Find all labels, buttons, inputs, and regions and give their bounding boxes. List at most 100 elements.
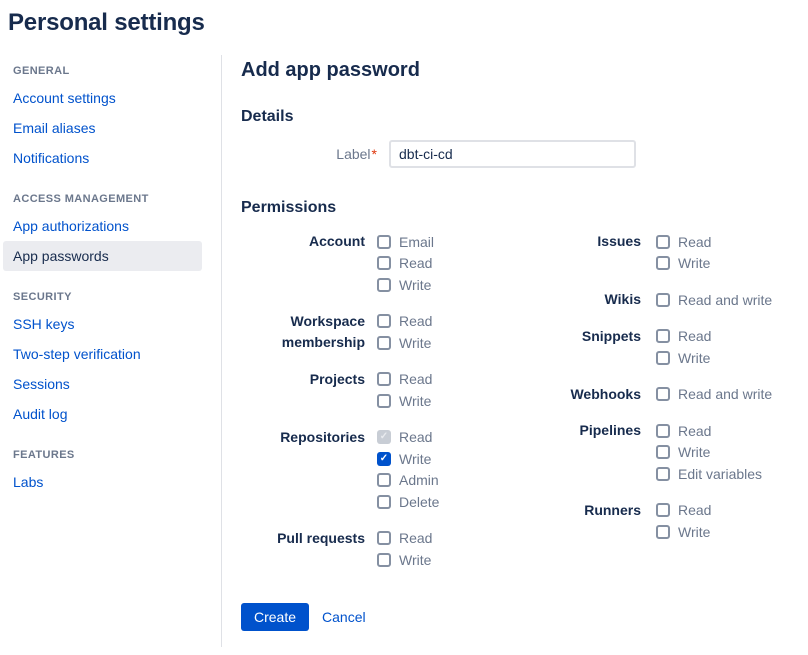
sidebar-item-notifications[interactable]: Notifications	[3, 143, 202, 173]
checkbox-label: Read	[399, 369, 432, 389]
permission-group-runners: RunnersReadWrite	[559, 500, 772, 543]
permission-option-projects-read: Read	[377, 369, 432, 391]
checkbox-label: Read	[678, 500, 711, 520]
permission-group-repositories: Repositories✓ Read✓WriteAdminDelete	[241, 427, 559, 513]
checkbox[interactable]	[377, 256, 391, 270]
permission-group-pull-requests: Pull requestsReadWrite	[241, 528, 559, 571]
checkbox-stack: ReadWrite	[377, 528, 432, 571]
sidebar-item-labs[interactable]: Labs	[3, 467, 202, 497]
cancel-link[interactable]: Cancel	[322, 609, 366, 625]
checkbox-stack: Read and write	[656, 384, 772, 406]
permission-option-pull-requests-read: Read	[377, 528, 432, 550]
permission-option-repositories-delete: Delete	[377, 491, 439, 513]
permission-option-issues-read: Read	[656, 231, 711, 253]
permission-group-label-runners: Runners	[559, 500, 656, 543]
checkbox-stack: EmailReadWrite	[377, 231, 434, 296]
checkbox[interactable]	[656, 329, 670, 343]
sidebar-item-app-authorizations[interactable]: App authorizations	[3, 211, 202, 241]
permission-option-runners-read: Read	[656, 500, 711, 522]
permission-group-webhooks: WebhooksRead and write	[559, 384, 772, 406]
checkbox-label: Write	[399, 333, 431, 353]
checkbox[interactable]	[656, 503, 670, 517]
checkbox[interactable]	[656, 235, 670, 249]
checkbox[interactable]	[377, 372, 391, 386]
checkbox[interactable]	[656, 351, 670, 365]
checkbox-label: Write	[399, 391, 431, 411]
checkbox[interactable]	[377, 531, 391, 545]
checkbox[interactable]	[656, 387, 670, 401]
checkbox[interactable]	[656, 525, 670, 539]
checkbox[interactable]	[377, 314, 391, 328]
checkbox-stack: ReadWrite	[656, 326, 711, 369]
checkbox-label: Admin	[399, 470, 439, 490]
checked-checkbox[interactable]: ✓	[377, 452, 391, 466]
permission-group-label-repositories: Repositories	[241, 427, 377, 513]
checkbox[interactable]	[377, 553, 391, 567]
sidebar-item-audit-log[interactable]: Audit log	[3, 399, 202, 429]
checked-disabled-checkbox: ✓	[377, 430, 391, 444]
label-field-row: Label*	[241, 140, 808, 168]
label-input[interactable]	[389, 140, 636, 168]
sidebar-item-two-step-verification[interactable]: Two-step verification	[3, 339, 202, 369]
permission-group-label-webhooks: Webhooks	[559, 384, 656, 406]
permission-option-runners-write: Write	[656, 521, 711, 543]
checkbox-stack: ReadWrite	[377, 369, 432, 412]
permissions-heading: Permissions	[241, 198, 808, 218]
permission-group-label-issues: Issues	[559, 231, 656, 274]
sidebar-item-account-settings[interactable]: Account settings	[3, 83, 202, 113]
sidebar-item-email-aliases[interactable]: Email aliases	[3, 113, 202, 143]
details-heading: Details	[241, 107, 808, 127]
checkbox-label: Write	[678, 348, 710, 368]
permission-group-account: AccountEmailReadWrite	[241, 231, 559, 296]
checkbox-stack: ReadWrite	[656, 231, 711, 274]
checkbox[interactable]	[656, 256, 670, 270]
sidebar-item-ssh-keys[interactable]: SSH keys	[3, 309, 202, 339]
checkbox[interactable]	[377, 495, 391, 509]
checkbox[interactable]	[656, 467, 670, 481]
checkbox[interactable]	[656, 445, 670, 459]
permission-option-wikis-read-and-write: Read and write	[656, 289, 772, 311]
required-asterisk: *	[372, 146, 377, 162]
permission-group-wikis: WikisRead and write	[559, 289, 772, 311]
checkbox-stack: ✓ Read✓WriteAdminDelete	[377, 427, 439, 513]
permission-option-webhooks-read-and-write: Read and write	[656, 384, 772, 406]
permission-option-account-write: Write	[377, 274, 434, 296]
checkbox-stack: ReadWrite	[656, 500, 711, 543]
checkbox-label: Read	[399, 427, 432, 447]
permission-group-label-wikis: Wikis	[559, 289, 656, 311]
sidebar-item-app-passwords[interactable]: App passwords	[3, 241, 202, 271]
permission-group-label-snippets: Snippets	[559, 326, 656, 369]
permission-group-label-workspace-membership: Workspace membership	[241, 311, 377, 354]
permission-option-pull-requests-write: Write	[377, 549, 432, 571]
checkbox-label: Read	[678, 326, 711, 346]
permission-option-pipelines-write: Write	[656, 442, 762, 464]
label-field-label: Label*	[241, 144, 389, 164]
checkbox-label: Write	[678, 253, 710, 273]
sidebar-section-header-security: SECURITY	[3, 281, 221, 309]
checkbox-label: Write	[678, 522, 710, 542]
checkbox[interactable]	[377, 394, 391, 408]
checkbox-stack: ReadWriteEdit variables	[656, 420, 762, 485]
permission-option-account-email: Email	[377, 231, 434, 253]
checkbox[interactable]	[656, 293, 670, 307]
checkbox[interactable]	[377, 336, 391, 350]
permission-option-projects-write: Write	[377, 390, 432, 412]
checkbox[interactable]	[377, 278, 391, 292]
label-field-text: Label	[336, 146, 370, 162]
checkbox[interactable]	[377, 473, 391, 487]
checkbox-label: Write	[678, 442, 710, 462]
checkbox[interactable]	[377, 235, 391, 249]
permission-option-account-read: Read	[377, 253, 434, 275]
sidebar-section-header-general: GENERAL	[3, 55, 221, 83]
permission-option-pipelines-read: Read	[656, 420, 762, 442]
permission-option-workspace-membership-read: Read	[377, 311, 432, 333]
permission-option-repositories-write: ✓Write	[377, 448, 439, 470]
checkbox[interactable]	[656, 424, 670, 438]
form-actions: Create Cancel	[241, 603, 808, 631]
sidebar-item-sessions[interactable]: Sessions	[3, 369, 202, 399]
permission-group-workspace-membership: Workspace membershipReadWrite	[241, 311, 559, 354]
permission-group-label-projects: Projects	[241, 369, 377, 412]
create-button[interactable]: Create	[241, 603, 309, 631]
content-layout: GENERALAccount settingsEmail aliasesNoti…	[0, 55, 808, 647]
permission-option-snippets-write: Write	[656, 347, 711, 369]
